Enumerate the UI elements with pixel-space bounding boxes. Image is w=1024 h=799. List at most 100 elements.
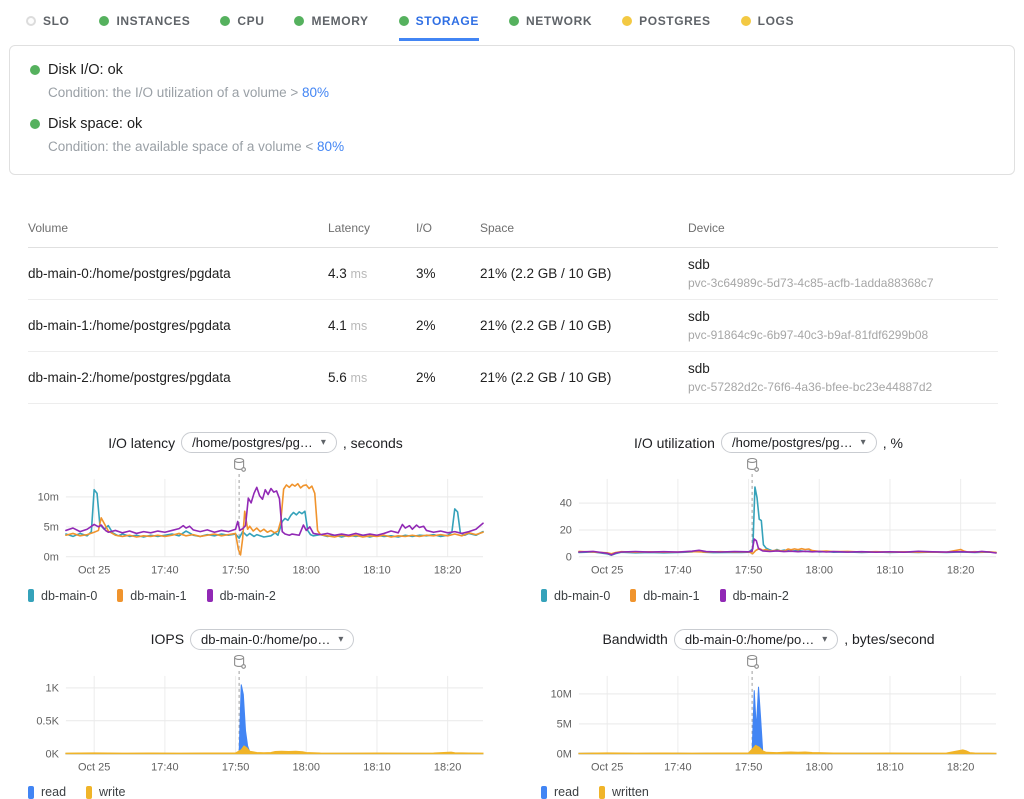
tab-slo[interactable]: SLO xyxy=(26,14,69,41)
chart-svg: Oct 2517:4017:5018:0018:1018:200M5M10M xyxy=(533,652,1004,784)
condition-threshold-link[interactable]: 80% xyxy=(302,85,329,100)
svg-text:40: 40 xyxy=(560,498,572,510)
chart-title: IOPS xyxy=(151,631,184,647)
tab-label: LOGS xyxy=(758,14,794,28)
tab-label: CPU xyxy=(237,14,264,28)
chevron-down-icon: ▾ xyxy=(338,634,343,645)
table-header-row: VolumeLatencyI/OSpaceDevice xyxy=(28,215,998,248)
device-cell: sdbpvc-57282d2c-76f6-4a36-bfee-bc23e4488… xyxy=(688,352,998,404)
svg-text:17:40: 17:40 xyxy=(151,761,178,773)
latency-cell: 5.6 ms xyxy=(328,352,416,404)
chart-iops: IOPS db-main-0:/home/po… ▾ Oct 25 17:40 17:… xyxy=(20,629,491,799)
volume-select[interactable]: /home/postgres/pg…▾ xyxy=(181,432,337,453)
chart-plot: Oct 2517:4017:5018:0018:1018:200m5m10m xyxy=(20,455,491,587)
device-cell: sdbpvc-91864c9c-6b97-40c3-b9af-81fdf6299… xyxy=(688,300,998,352)
chart-bandwidth: Bandwidth db-main-0:/home/po…▾ , bytes/s… xyxy=(533,629,1004,799)
legend-item-write[interactable]: write xyxy=(86,785,125,799)
volume-select[interactable]: db-main-0:/home/po…▾ xyxy=(674,629,838,650)
svg-text:18:00: 18:00 xyxy=(293,761,320,773)
chart-plot: Oct 2517:4017:5018:0018:1018:200M5M10M xyxy=(533,652,1004,784)
database-event-icon xyxy=(235,655,246,668)
volume-cell: db-main-2:/home/postgres/pgdata xyxy=(28,352,328,404)
legend-label: db-main-2 xyxy=(220,589,276,603)
svg-text:17:50: 17:50 xyxy=(735,761,762,773)
chevron-down-icon: ▾ xyxy=(822,634,827,645)
legend-item-read[interactable]: read xyxy=(541,785,579,799)
chart-svg: Oct 2517:4017:5018:0018:1018:2002040 xyxy=(533,455,1004,587)
volume-select-value: db-main-0:/home/po… xyxy=(201,632,330,647)
space-cell: 21% (2.2 GB / 10 GB) xyxy=(480,300,688,352)
volume-select[interactable]: db-main-0:/home/po… ▾ xyxy=(190,629,354,650)
svg-text:17:50: 17:50 xyxy=(735,565,762,577)
database-event-icon xyxy=(235,458,246,471)
tab-cpu[interactable]: CPU xyxy=(220,14,264,41)
svg-text:Oct 25: Oct 25 xyxy=(591,761,623,773)
svg-text:Oct 25: Oct 25 xyxy=(78,761,110,773)
series-written xyxy=(579,745,996,753)
volume-select-value: /home/postgres/pg… xyxy=(732,435,853,450)
column-header-latency: Latency xyxy=(328,215,416,248)
svg-text:17:40: 17:40 xyxy=(664,761,691,773)
legend-item-db-main-0[interactable]: db-main-0 xyxy=(541,589,610,603)
status-green-icon xyxy=(220,16,230,26)
status-ok-icon xyxy=(30,65,40,75)
series-db-main-1 xyxy=(66,484,483,555)
tab-logs[interactable]: LOGS xyxy=(741,14,794,41)
svg-text:18:20: 18:20 xyxy=(434,565,461,577)
svg-text:17:40: 17:40 xyxy=(664,565,691,577)
series-read xyxy=(66,684,483,753)
chart-io-latency: I/O latency /home/postgres/pg…▾ , second… xyxy=(20,432,491,603)
svg-text:5m: 5m xyxy=(44,521,59,533)
legend-swatch xyxy=(541,589,547,602)
svg-text:18:00: 18:00 xyxy=(293,565,320,577)
condition-threshold-link[interactable]: 80% xyxy=(317,139,344,154)
legend-swatch xyxy=(541,786,547,799)
legend-label: db-main-0 xyxy=(41,589,97,603)
legend-label: read xyxy=(41,785,66,799)
legend-item-db-main-1[interactable]: db-main-1 xyxy=(117,589,186,603)
legend-item-db-main-1[interactable]: db-main-1 xyxy=(630,589,699,603)
tab-label: MEMORY xyxy=(311,14,368,28)
chart-legend: db-main-0 db-main-1 db-main-2 xyxy=(28,589,491,603)
database-event-icon xyxy=(748,458,759,471)
legend-item-written[interactable]: written xyxy=(599,785,649,799)
legend-item-db-main-2[interactable]: db-main-2 xyxy=(720,589,789,603)
legend-label: db-main-0 xyxy=(554,589,610,603)
svg-text:5M: 5M xyxy=(557,718,572,730)
chart-svg: Oct 2517:4017:5018:0018:1018:200K0.5K1K xyxy=(20,652,491,784)
legend-item-db-main-2[interactable]: db-main-2 xyxy=(207,589,276,603)
tab-postgres[interactable]: POSTGRES xyxy=(622,14,710,41)
tab-memory[interactable]: MEMORY xyxy=(294,14,368,41)
svg-text:10m: 10m xyxy=(38,491,59,503)
status-green-icon xyxy=(509,16,519,26)
legend-label: write xyxy=(99,785,125,799)
svg-text:0: 0 xyxy=(566,551,572,563)
chart-svg: Oct 2517:4017:5018:0018:1018:200m5m10m xyxy=(20,455,491,587)
legend-item-db-main-0[interactable]: db-main-0 xyxy=(28,589,97,603)
chart-legend: read write xyxy=(28,785,491,799)
chart-unit-label: , bytes/second xyxy=(844,631,934,647)
svg-text:10M: 10M xyxy=(551,688,572,700)
volume-select[interactable]: /home/postgres/pg…▾ xyxy=(721,432,877,453)
status-ok-icon xyxy=(30,119,40,129)
svg-text:1K: 1K xyxy=(45,682,59,694)
legend-label: db-main-2 xyxy=(733,589,789,603)
column-header-volume: Volume xyxy=(28,215,328,248)
tab-network[interactable]: NETWORK xyxy=(509,14,592,41)
column-header-i-o: I/O xyxy=(416,215,480,248)
svg-text:0m: 0m xyxy=(44,551,59,563)
status-item-disk-io: Disk I/O: ok Condition: the I/O utilizat… xyxy=(30,62,994,100)
chart-plot: Oct 2517:4017:5018:0018:1018:2002040 xyxy=(533,455,1004,587)
status-yellow-icon xyxy=(622,16,632,26)
legend-label: read xyxy=(554,785,579,799)
table-row: db-main-0:/home/postgres/pgdata4.3 ms3%2… xyxy=(28,248,998,300)
chart-title: I/O utilization xyxy=(634,435,715,451)
legend-swatch xyxy=(630,589,636,602)
svg-text:Oct 25: Oct 25 xyxy=(78,565,110,577)
svg-text:17:50: 17:50 xyxy=(222,761,249,773)
tab-instances[interactable]: INSTANCES xyxy=(99,14,190,41)
table-row: db-main-1:/home/postgres/pgdata4.1 ms2%2… xyxy=(28,300,998,352)
legend-swatch xyxy=(720,589,726,602)
legend-item-read[interactable]: read xyxy=(28,785,66,799)
tab-storage[interactable]: STORAGE xyxy=(399,14,479,41)
